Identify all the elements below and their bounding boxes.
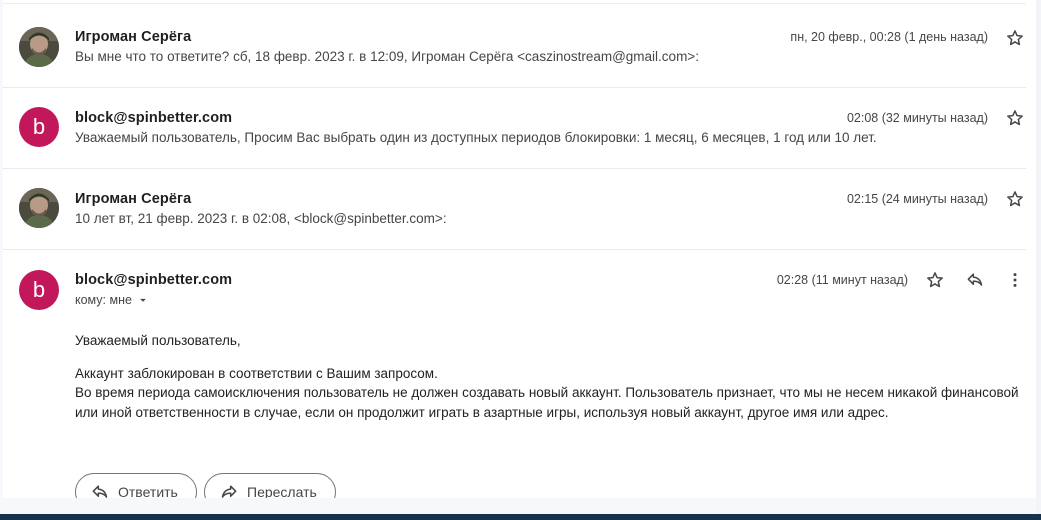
sender-name: Игроман Серёга bbox=[75, 29, 192, 45]
forward-label: Переслать bbox=[247, 484, 317, 498]
forward-icon bbox=[221, 485, 237, 498]
star-button[interactable] bbox=[1003, 26, 1027, 50]
reply-button[interactable] bbox=[963, 268, 987, 292]
message-date: 02:08 (32 минуты назад) bbox=[846, 111, 988, 125]
message-snippet: Вы мне что то ответите? сб, 18 февр. 202… bbox=[75, 49, 699, 64]
avatar: b bbox=[19, 270, 59, 310]
message-date: 02:28 (11 минут назад) bbox=[776, 273, 908, 287]
avatar-letter: b bbox=[32, 277, 46, 302]
collapsed-message-3[interactable]: Игроман Серёга 10 лет вт, 21 февр. 2023 … bbox=[3, 169, 1026, 249]
collapsed-message-2[interactable]: b block@spinbetter.com Уважаемый пользов… bbox=[3, 88, 1026, 168]
message-snippet: 10 лет вт, 21 февр. 2023 г. в 02:08, <bl… bbox=[75, 211, 447, 226]
star-icon bbox=[1007, 30, 1023, 46]
star-icon bbox=[1007, 191, 1023, 207]
more-options-button[interactable] bbox=[1003, 268, 1027, 292]
person-photo-icon bbox=[19, 27, 59, 67]
collapsed-message-1[interactable]: Игроман Серёга Вы мне что то ответите? с… bbox=[3, 0, 1026, 87]
recipient-label: кому: мне bbox=[75, 293, 132, 307]
taskbar-edge bbox=[0, 514, 1041, 520]
divider bbox=[3, 249, 1026, 250]
message-snippet: Уважаемый пользователь, Просим Вас выбра… bbox=[75, 130, 877, 145]
scrollbar-track[interactable] bbox=[1036, 0, 1041, 514]
conversation-panel: Игроман Серёга Вы мне что то ответите? с… bbox=[3, 0, 1036, 498]
sender-name: block@spinbetter.com bbox=[75, 272, 233, 288]
message-body-line-1: Аккаунт заблокирован в соответствии с Ва… bbox=[75, 366, 438, 381]
forward-action-button[interactable]: Переслать bbox=[204, 473, 336, 498]
avatar bbox=[19, 188, 59, 228]
person-photo-icon bbox=[19, 188, 59, 228]
star-button[interactable] bbox=[1003, 187, 1027, 211]
reply-icon bbox=[967, 273, 983, 286]
avatar-letter: b bbox=[32, 114, 46, 139]
message-greeting: Уважаемый пользователь, bbox=[75, 333, 241, 348]
reply-icon bbox=[92, 485, 108, 498]
recipient-details-toggle[interactable]: кому: мне bbox=[75, 293, 150, 307]
caret-down-icon bbox=[140, 298, 146, 302]
star-button[interactable] bbox=[1003, 106, 1027, 130]
more-vert-icon bbox=[1013, 273, 1017, 287]
avatar: b bbox=[19, 107, 59, 147]
reply-action-button[interactable]: Ответить bbox=[75, 473, 197, 498]
message-body-line-2: Во время периода самоисключения пользова… bbox=[75, 385, 1019, 420]
star-icon bbox=[1007, 110, 1023, 126]
sender-name: Игроман Серёга bbox=[75, 191, 192, 207]
avatar bbox=[19, 27, 59, 67]
star-button[interactable] bbox=[923, 268, 947, 292]
sender-name: block@spinbetter.com bbox=[75, 110, 233, 126]
message-date: пн, 20 февр., 00:28 (1 день назад) bbox=[790, 30, 988, 44]
star-icon bbox=[927, 272, 943, 288]
message-date: 02:15 (24 минуты назад) bbox=[846, 192, 988, 206]
reply-label: Ответить bbox=[118, 484, 178, 498]
